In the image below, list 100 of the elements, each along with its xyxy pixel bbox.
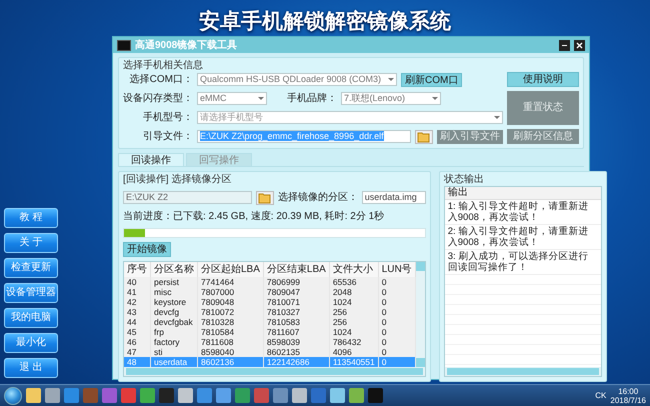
com-port-dropdown[interactable]: Qualcomm HS-USB QDLoader 9008 (COM3): [197, 73, 397, 86]
table-cell: 40: [124, 277, 150, 287]
table-cell: 1024: [329, 327, 378, 337]
brand-label: 手机品牌：: [287, 92, 337, 106]
input-indicator[interactable]: CK: [595, 391, 606, 400]
table-cell: 0: [378, 307, 416, 317]
window-title: 高通9008镜像下载工具: [135, 38, 238, 52]
app-icon[interactable]: [197, 388, 212, 403]
app-icon[interactable]: [216, 388, 231, 403]
flash-type-dropdown[interactable]: eMMC: [197, 92, 267, 105]
refresh-com-button[interactable]: 刷新COM口: [401, 72, 462, 86]
column-header[interactable]: 分区名称: [150, 262, 198, 277]
table-cell: 7809047: [263, 287, 330, 297]
table-cell: 7741464: [198, 277, 264, 287]
folder-icon[interactable]: [256, 190, 274, 204]
table-cell: 8598039: [263, 337, 330, 347]
start-button[interactable]: [4, 386, 22, 404]
app-icon[interactable]: [64, 388, 79, 403]
table-row[interactable]: 45 frp 7810584 7811607 1024 0: [124, 327, 416, 337]
table-row[interactable]: 41 misc 7807000 7809047 2048 0: [124, 287, 416, 297]
table-row[interactable]: 40 persist 7741464 7806999 65536 0: [124, 277, 416, 287]
table-cell: 7810327: [263, 307, 330, 317]
table-cell: 44: [124, 317, 150, 327]
table-cell: 0: [378, 277, 416, 287]
table-cell: keystore: [150, 297, 198, 307]
table-cell: devcfgbak: [150, 317, 198, 327]
close-button[interactable]: [574, 40, 585, 50]
partition-label: 选择镜像的分区：: [278, 190, 358, 205]
output-header: 输出: [444, 187, 601, 200]
table-cell: 1024: [329, 297, 378, 307]
table-cell: 7810583: [263, 317, 330, 327]
minimize-button[interactable]: [559, 40, 570, 50]
table-cell: 786432: [329, 337, 378, 347]
table-cell: 0: [378, 287, 416, 297]
table-cell: misc: [150, 287, 198, 297]
folder-icon[interactable]: [415, 130, 433, 144]
table-row[interactable]: 43 devcfg 7810072 7810327 256 0: [124, 307, 416, 317]
app-icon[interactable]: [368, 388, 383, 403]
table-cell: 0: [378, 317, 416, 327]
table-cell: 7810072: [198, 307, 264, 317]
app-icon[interactable]: [311, 388, 326, 403]
tab[interactable]: 回读操作: [118, 153, 184, 166]
progress-text: 当前进度：已下载: 2.45 GB, 速度: 20.39 MB, 耗时: 2分 1秒: [123, 210, 386, 224]
help-button[interactable]: 使用说明: [507, 72, 579, 87]
column-header[interactable]: 分区结束LBA: [263, 262, 330, 277]
table-cell: 46: [124, 337, 150, 347]
app-icon[interactable]: [349, 388, 364, 403]
app-icon[interactable]: [140, 388, 155, 403]
table-cell: 48: [124, 357, 150, 367]
clock[interactable]: 16:00 2018/7/16: [610, 386, 646, 404]
table-cell: 122142686: [263, 357, 330, 367]
app-icon[interactable]: [26, 388, 41, 403]
column-header[interactable]: LUN号: [378, 262, 416, 277]
table-cell: 2048: [329, 287, 378, 297]
group-title: 选择手机相关信息: [123, 60, 204, 72]
horizontal-scrollbar[interactable]: [444, 367, 601, 376]
app-icon[interactable]: [178, 388, 193, 403]
table-cell: 8602136: [198, 357, 264, 367]
table-cell: 7811607: [263, 327, 330, 337]
table-row[interactable]: 42 keystore 7809048 7810071 1024 0: [124, 297, 416, 307]
com-port-label: 选择COM口：: [128, 72, 193, 87]
column-header[interactable]: 分区起始LBA: [198, 262, 264, 277]
group-title: 状态输出: [444, 174, 485, 186]
table-cell: 0: [378, 357, 416, 367]
table-cell: 0: [378, 327, 416, 337]
column-header[interactable]: 文件大小: [329, 262, 378, 277]
app-icon[interactable]: [330, 388, 345, 403]
table-cell: 7810071: [263, 297, 330, 307]
app-icon[interactable]: [292, 388, 307, 403]
table-cell: persist: [150, 277, 198, 287]
table-row[interactable]: 44 devcfgbak 7810328 7810583 256 0: [124, 317, 416, 327]
model-label: 手机型号：: [142, 110, 193, 125]
app-icon: [117, 40, 131, 50]
partition-file-field[interactable]: userdata.img: [362, 191, 426, 204]
app-icon[interactable]: [83, 388, 98, 403]
table-cell: 42: [124, 297, 150, 307]
horizontal-scrollbar[interactable]: [124, 367, 425, 376]
app-icon[interactable]: [102, 388, 117, 403]
table-cell: 43: [124, 307, 150, 317]
app-icon[interactable]: [121, 388, 136, 403]
table-cell: 0: [378, 337, 416, 347]
app-icon[interactable]: [254, 388, 269, 403]
table-cell: 7806999: [263, 277, 330, 287]
output-line: 2: 输入引导文件超时，请重新进入9008，再次尝试！: [444, 225, 601, 250]
table-cell: factory: [150, 337, 198, 347]
path-field[interactable]: E:\ZUK Z2: [123, 191, 252, 204]
table-cell: 7811608: [198, 337, 264, 347]
table-cell: userdata: [150, 357, 198, 367]
brand-dropdown[interactable]: 7.联想(Lenovo): [341, 92, 441, 105]
app-icon[interactable]: [273, 388, 288, 403]
column-header[interactable]: 序号: [124, 262, 150, 277]
table-row[interactable]: 46 factory 7811608 8598039 786432 0: [124, 337, 416, 347]
table-cell: frp: [150, 327, 198, 337]
table-cell: devcfg: [150, 307, 198, 317]
table-cell: 7810584: [198, 327, 264, 337]
table-cell: 41: [124, 287, 150, 297]
app-icon[interactable]: [235, 388, 250, 403]
app-icon[interactable]: [159, 388, 174, 403]
start-button[interactable]: 开始镜像: [123, 242, 171, 257]
app-icon[interactable]: [45, 388, 60, 403]
